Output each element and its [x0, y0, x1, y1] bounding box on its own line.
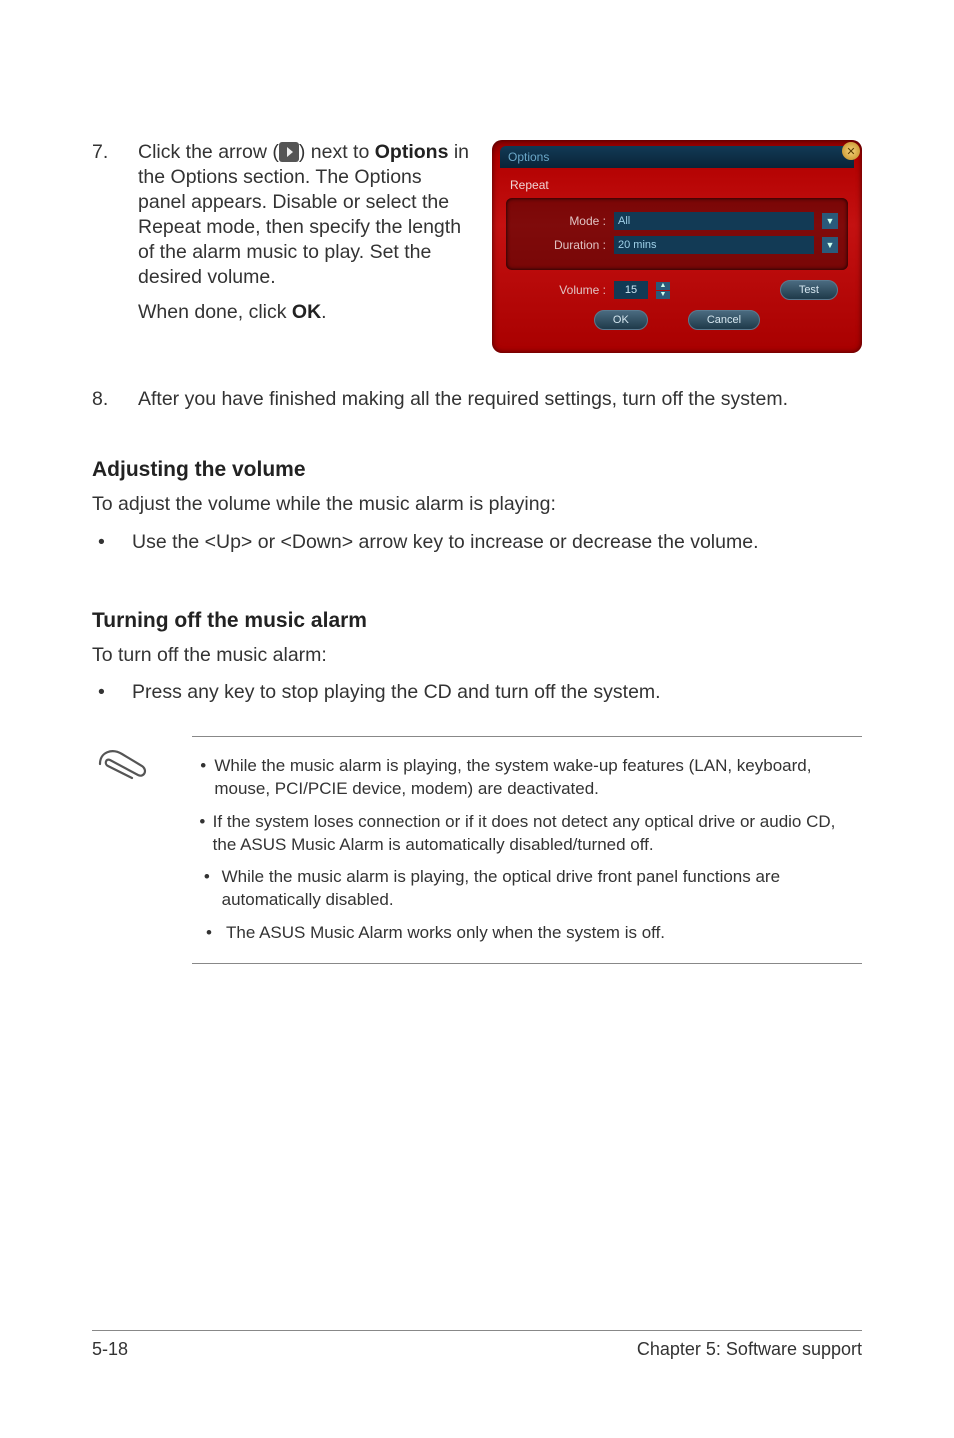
footer-left: 5-18	[92, 1339, 128, 1360]
ok-button[interactable]: OK	[594, 310, 648, 330]
close-icon[interactable]: ✕	[842, 142, 860, 160]
note-item-3: •While the music alarm is playing, the o…	[192, 866, 862, 912]
mode-value: All	[618, 215, 630, 227]
step7-pre: Click the arrow (	[138, 141, 279, 163]
note-item-2: •If the system loses connection or if it…	[192, 811, 862, 857]
footer-right: Chapter 5: Software support	[637, 1339, 862, 1360]
options-button-row: OK Cancel	[506, 310, 848, 330]
note-body: •While the music alarm is playing, the s…	[192, 736, 862, 965]
adjust-bullet: • Use the <Up> or <Down> arrow key to in…	[92, 530, 862, 555]
step-7-row: 7. Click the arrow ( ) next to Options in…	[92, 140, 862, 353]
note-1-text: While the music alarm is playing, the sy…	[214, 755, 862, 801]
note-item-4: •The ASUS Music Alarm works only when th…	[192, 922, 862, 945]
volume-label: Volume :	[516, 283, 606, 297]
adjust-intro: To adjust the volume while the music ala…	[92, 492, 862, 517]
duration-value: 20 mins	[618, 239, 657, 251]
repeat-inner: Mode : All ▼ Duration : 20 mins ▼	[506, 198, 848, 270]
mode-select[interactable]: All	[614, 212, 814, 230]
page: 7. Click the arrow ( ) next to Options in…	[0, 0, 954, 1438]
volume-value: 15	[614, 281, 648, 299]
turnoff-heading: Turning off the music alarm	[92, 609, 862, 633]
mode-label: Mode :	[516, 214, 606, 228]
volume-row: Volume : 15 ▲ ▼ Test	[506, 280, 848, 300]
step-8-number: 8.	[92, 387, 138, 412]
whendone-pre: When done, click	[138, 301, 292, 323]
test-button[interactable]: Test	[780, 280, 838, 300]
turnoff-bullet-text: Press any key to stop playing the CD and…	[132, 680, 661, 705]
options-panel: ✕ Options Repeat Mode : All ▼ Duration :	[492, 140, 862, 353]
duration-label: Duration :	[516, 238, 606, 252]
bullet-dot: •	[92, 530, 132, 555]
turnoff-bullet: • Press any key to stop playing the CD a…	[92, 680, 862, 705]
stepper-up-icon[interactable]: ▲	[656, 282, 670, 290]
duration-row: Duration : 20 mins ▼	[516, 236, 838, 254]
page-footer: 5-18 Chapter 5: Software support	[92, 1330, 862, 1360]
note-3-text: While the music alarm is playing, the op…	[222, 866, 862, 912]
cancel-button[interactable]: Cancel	[688, 310, 760, 330]
mode-row: Mode : All ▼	[516, 212, 838, 230]
step-8-text: After you have finished making all the r…	[138, 387, 862, 412]
stepper-down-icon[interactable]: ▼	[656, 291, 670, 299]
duration-select[interactable]: 20 mins	[614, 236, 814, 254]
options-title: Options	[508, 150, 549, 164]
step-7-number: 7.	[92, 140, 138, 290]
step-7-whendone: When done, click OK.	[138, 300, 474, 325]
note-4-text: The ASUS Music Alarm works only when the…	[226, 922, 665, 945]
note-2-text: If the system loses connection or if it …	[213, 811, 862, 857]
options-word: Options	[375, 141, 449, 163]
chevron-down-icon[interactable]: ▼	[822, 213, 838, 229]
note-block: •While the music alarm is playing, the s…	[92, 736, 862, 965]
play-arrow-icon	[279, 142, 299, 162]
turnoff-intro: To turn off the music alarm:	[92, 643, 862, 668]
ok-word: OK	[292, 301, 321, 323]
whendone-post: .	[321, 301, 326, 323]
repeat-section-label: Repeat	[510, 178, 848, 192]
chevron-down-icon[interactable]: ▼	[822, 237, 838, 253]
note-paperclip-icon	[92, 736, 162, 785]
step-7-spacer	[92, 300, 138, 325]
volume-stepper[interactable]: ▲ ▼	[656, 282, 670, 299]
bullet-dot: •	[92, 680, 132, 705]
step7-post-icon: ) next to	[299, 141, 375, 163]
step-7-body: Click the arrow ( ) next to Options in th…	[138, 140, 474, 290]
options-titlebar: Options	[500, 146, 854, 168]
step7-rest: in the Options section. The Options pane…	[138, 141, 469, 288]
options-body: Repeat Mode : All ▼ Duration : 20 mins	[506, 178, 848, 330]
note-item-1: •While the music alarm is playing, the s…	[192, 755, 862, 801]
step-7-text: 7. Click the arrow ( ) next to Options in…	[92, 140, 474, 353]
adjust-heading: Adjusting the volume	[92, 458, 862, 482]
step-8: 8. After you have finished making all th…	[92, 387, 862, 412]
adjust-bullet-text: Use the <Up> or <Down> arrow key to incr…	[132, 530, 759, 555]
